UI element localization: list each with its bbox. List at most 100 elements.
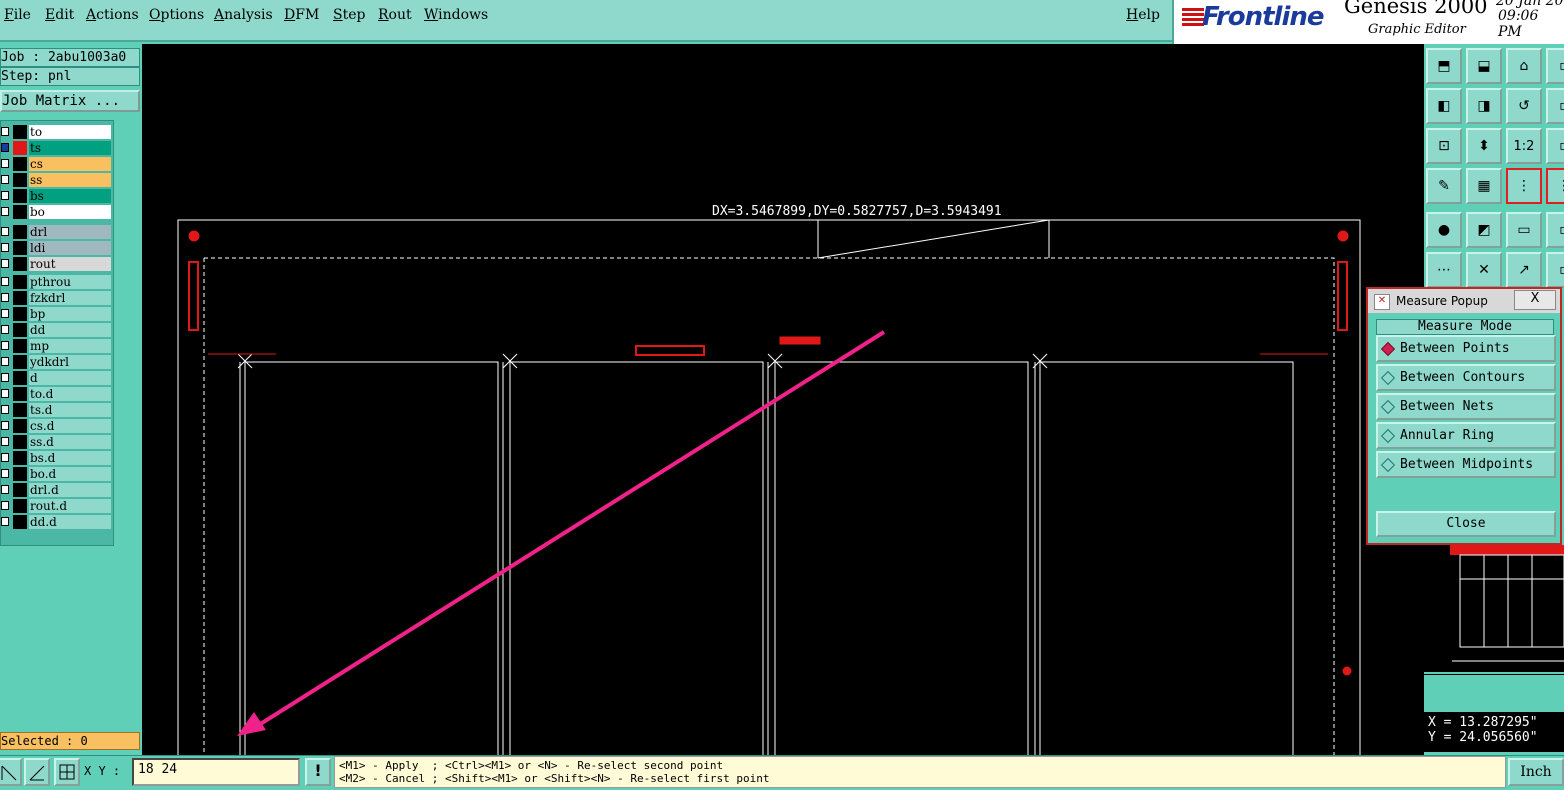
layer-color-swatch[interactable] [13,403,27,417]
layer-row-ss-d[interactable]: ss.d [1,435,113,449]
layer-name[interactable]: pthrou [29,275,111,289]
layer-name[interactable]: to [29,125,111,139]
layer-name[interactable]: bo [29,205,111,219]
layer-color-swatch[interactable] [13,157,27,171]
fit-all-button[interactable]: ⊡ [1426,128,1462,164]
zoom-house-button[interactable]: ⌂ [1506,48,1542,84]
layer-checkbox[interactable] [1,293,9,302]
job-matrix-button[interactable]: Job Matrix ... [0,90,140,112]
layer-row-ldi[interactable]: ldi [1,241,113,255]
execute-button[interactable]: ! [305,758,331,786]
layer-name[interactable]: cs.d [29,419,111,433]
zoom-extra2-button[interactable]: ▫ [1546,88,1564,124]
layer-row-rout[interactable]: rout [1,257,113,271]
layer-row-mp[interactable]: mp [1,339,113,353]
snap-mode-button[interactable] [0,758,22,786]
layer-row-pthrou[interactable]: pthrou [1,275,113,289]
layer-row-bs-d[interactable]: bs.d [1,451,113,465]
menu-rout[interactable]: Rout [378,7,412,23]
zoom-1to2-button[interactable]: 1:2 [1506,128,1542,164]
layer-checkbox[interactable] [1,389,9,398]
layer-name[interactable]: mp [29,339,111,353]
layer-color-swatch[interactable] [13,141,27,155]
layer-name[interactable]: ydkdrl [29,355,111,369]
layer-row-fzkdrl[interactable]: fzkdrl [1,291,113,305]
layer-name[interactable]: bs.d [29,451,111,465]
measure-option-annular-ring[interactable]: Annular Ring [1376,422,1556,449]
diagonal-measure-button[interactable]: ↗ [1506,252,1542,288]
ruler-button[interactable]: ▭ [1506,212,1542,248]
popup-close-icon[interactable]: X [1514,290,1556,310]
connect-points-button[interactable]: ⋯ [1426,252,1462,288]
layer-color-swatch[interactable] [13,189,27,203]
grid-button[interactable] [54,758,80,786]
layer-row-ts[interactable]: ts [1,141,113,155]
layer-checkbox[interactable] [1,341,9,350]
layer-name[interactable]: ldi [29,241,111,255]
layer-name[interactable]: d [29,371,111,385]
radio-diamond-icon[interactable] [1380,428,1396,444]
layer-row-rout-d[interactable]: rout.d [1,499,113,513]
layer-name[interactable]: drl [29,225,111,239]
radio-diamond-icon[interactable] [1380,399,1396,415]
menu-dfm[interactable]: DFM [284,7,319,23]
layer-row-bp[interactable]: bp [1,307,113,321]
layer-color-swatch[interactable] [13,225,27,239]
layer-checkbox[interactable] [1,405,9,414]
zoom-home-button[interactable]: ⬒ [1426,48,1462,84]
layer-color-swatch[interactable] [13,307,27,321]
layer-color-swatch[interactable] [13,451,27,465]
layer-name[interactable]: cs [29,157,111,171]
layer-name[interactable]: dd.d [29,515,111,529]
layer-color-swatch[interactable] [13,467,27,481]
zoom-back-button[interactable]: ↺ [1506,88,1542,124]
layer-row-dd-d[interactable]: dd.d [1,515,113,529]
layer-checkbox[interactable] [1,143,9,152]
overview-map[interactable] [1424,545,1564,675]
popup-titlebar[interactable]: ✕ Measure Popup X [1368,289,1560,313]
layer-name[interactable]: bp [29,307,111,321]
measure-option-between-points[interactable]: Between Points [1376,335,1556,362]
layer-checkbox[interactable] [1,259,9,268]
layer-color-swatch[interactable] [13,515,27,529]
diagonal2-button[interactable]: ▫ [1546,252,1564,288]
layer-color-swatch[interactable] [13,257,27,271]
net-tool2-button[interactable]: ⋮ [1546,168,1564,204]
layer-name[interactable]: ss [29,173,111,187]
xy-input[interactable]: 18 24 [132,758,300,786]
circle-point-button[interactable]: ● [1426,212,1462,248]
layer-name[interactable]: ts [29,141,111,155]
layer-color-swatch[interactable] [13,387,27,401]
layer-color-swatch[interactable] [13,483,27,497]
layer-checkbox[interactable] [1,501,9,510]
layer-color-swatch[interactable] [13,339,27,353]
layer-name[interactable]: dd [29,323,111,337]
layer-row-ydkdrl[interactable]: ydkdrl [1,355,113,369]
layer-color-swatch[interactable] [13,241,27,255]
radio-diamond-icon[interactable] [1380,457,1396,473]
layer-row-to-d[interactable]: to.d [1,387,113,401]
menu-options[interactable]: Options [149,7,204,23]
grid-snap-button[interactable] [24,758,50,786]
layer-checkbox[interactable] [1,207,9,216]
menu-windows[interactable]: Windows [424,7,488,23]
layer-checkbox[interactable] [1,175,9,184]
layer-name[interactable]: bo.d [29,467,111,481]
layer-color-swatch[interactable] [13,355,27,369]
zoom-extra3-button[interactable]: ▫ [1546,128,1564,164]
layer-checkbox[interactable] [1,517,9,526]
menu-analysis[interactable]: Analysis [214,7,273,23]
layer-color-swatch[interactable] [13,499,27,513]
graphic-canvas[interactable]: DX=3.5467899,DY=0.5827757,D=3.5943491 [142,44,1424,756]
layer-checkbox[interactable] [1,243,9,252]
layer-checkbox[interactable] [1,191,9,200]
menu-help[interactable]: Help [1126,7,1160,23]
layer-color-swatch[interactable] [13,435,27,449]
layer-row-drl[interactable]: drl [1,225,113,239]
measure-corner-button[interactable]: ◩ [1466,212,1502,248]
layer-row-bs[interactable]: bs [1,189,113,203]
fit-vertical-button[interactable]: ⬍ [1466,128,1502,164]
layer-row-bo-d[interactable]: bo.d [1,467,113,481]
zoom-extra-button[interactable]: ▫ [1546,48,1564,84]
layer-row-to[interactable]: to [1,125,113,139]
